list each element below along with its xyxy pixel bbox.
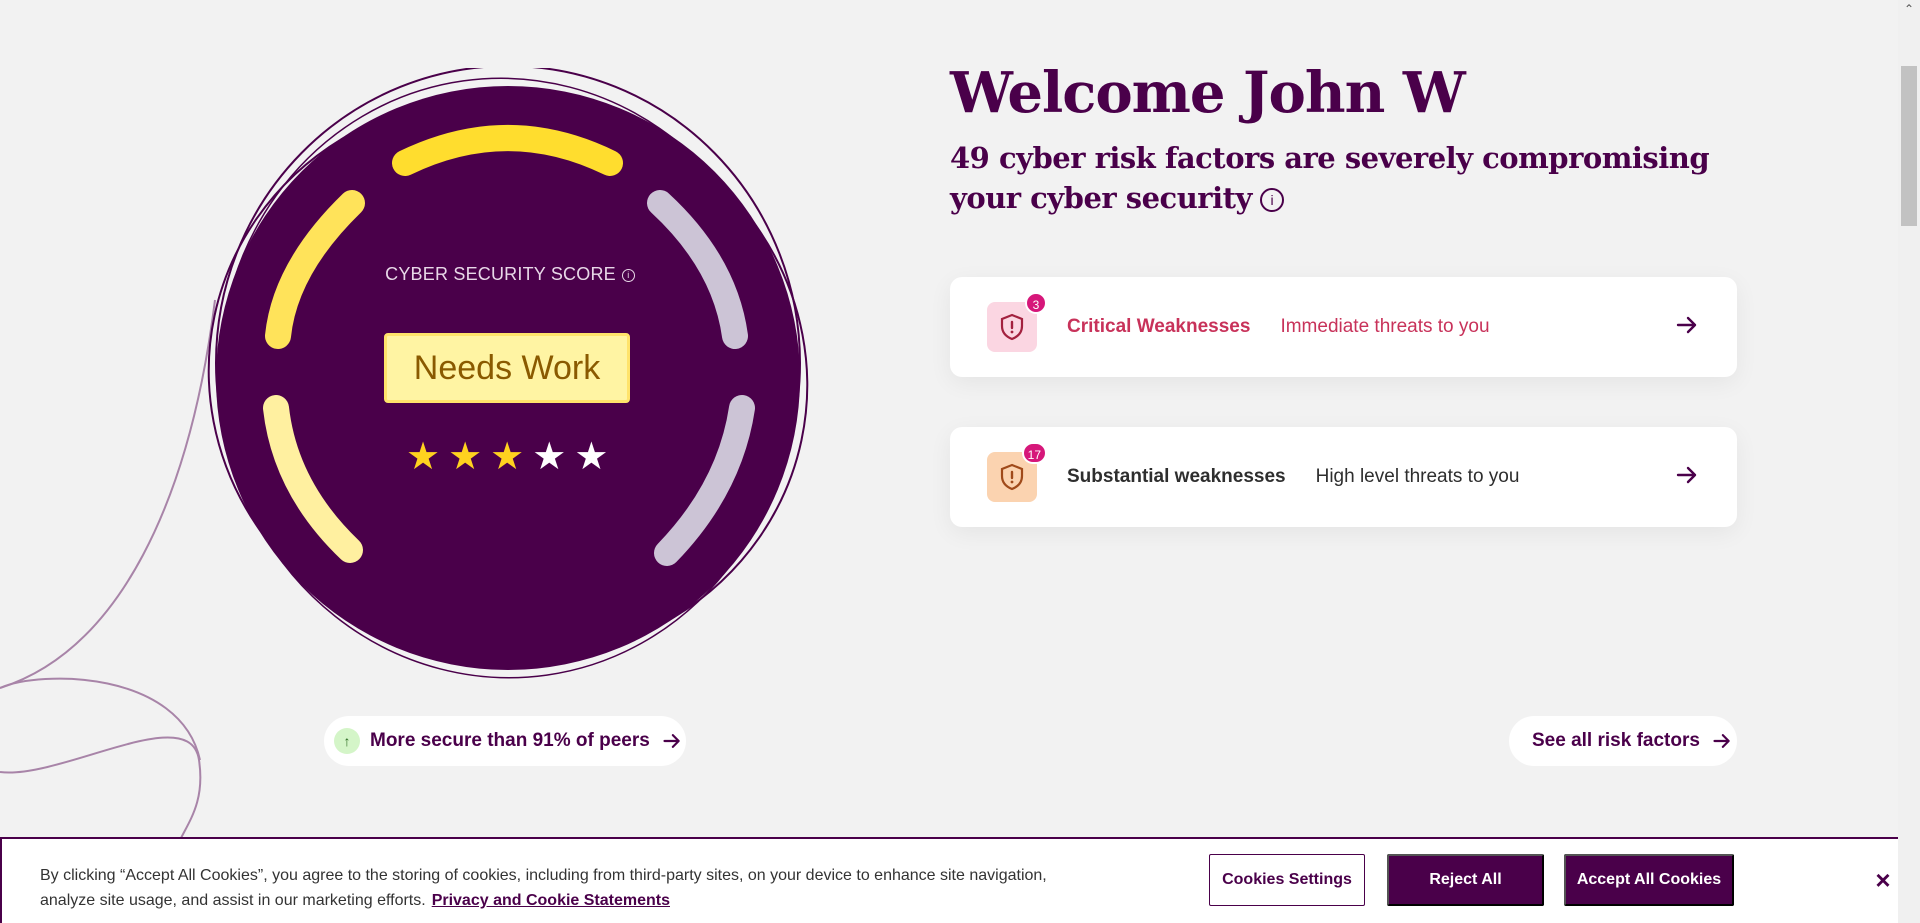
reject-all-button[interactable]: Reject All	[1387, 854, 1544, 906]
arrow-right-icon	[663, 734, 680, 748]
accept-all-cookies-button[interactable]: Accept All Cookies	[1564, 854, 1734, 906]
scrollbar-thumb[interactable]	[1901, 66, 1917, 226]
close-icon[interactable]: ×	[1868, 865, 1898, 895]
count-badge: 3	[1025, 292, 1047, 314]
count-badge: 17	[1021, 442, 1047, 464]
star-icon: ★	[532, 436, 567, 478]
shield-alert-icon: 17	[987, 442, 1047, 502]
arrow-right-icon[interactable]	[1675, 313, 1699, 337]
star-icon: ★	[574, 436, 609, 478]
substantial-weaknesses-card[interactable]: 17 Substantial weaknesses High level thr…	[950, 427, 1737, 527]
scroll-up-icon[interactable]: ⌃	[1898, 0, 1920, 18]
card-description: Immediate threats to you	[1280, 316, 1490, 337]
peer-comparison-button[interactable]: ↑ More secure than 91% of peers	[324, 716, 686, 766]
score-label: CYBER SECURITY SCORE i	[360, 264, 660, 285]
arrow-right-icon	[1713, 734, 1730, 748]
arrow-right-icon[interactable]	[1675, 463, 1699, 487]
cookie-message: By clicking “Accept All Cookies”, you ag…	[40, 867, 1047, 909]
cookie-banner: By clicking “Accept All Cookies”, you ag…	[0, 837, 1920, 923]
page-title: Welcome John W	[950, 60, 1466, 126]
info-icon[interactable]: i	[621, 268, 635, 282]
see-all-risk-factors-button[interactable]: See all risk factors	[1509, 716, 1737, 766]
star-rating: ★ ★ ★ ★ ★	[406, 436, 609, 478]
arrow-up-icon: ↑	[334, 728, 360, 754]
privacy-link[interactable]: Privacy and Cookie Statements	[432, 892, 670, 909]
card-description: High level threats to you	[1315, 466, 1520, 487]
star-icon: ★	[490, 436, 525, 478]
scrollbar[interactable]: ⌃	[1898, 0, 1920, 923]
star-icon: ★	[406, 436, 441, 478]
card-title: Substantial weaknesses	[1067, 466, 1286, 487]
cookies-settings-button[interactable]: Cookies Settings	[1209, 854, 1365, 906]
shield-alert-icon: 3	[987, 292, 1047, 352]
risk-summary: 49 cyber risk factors are severely compr…	[950, 141, 1710, 215]
star-icon: ★	[448, 436, 483, 478]
info-icon[interactable]: i	[1259, 188, 1284, 212]
critical-weaknesses-card[interactable]: 3 Critical Weaknesses Immediate threats …	[950, 277, 1737, 377]
card-title: Critical Weaknesses	[1067, 316, 1251, 337]
score-status-badge: Needs Work	[384, 333, 630, 403]
